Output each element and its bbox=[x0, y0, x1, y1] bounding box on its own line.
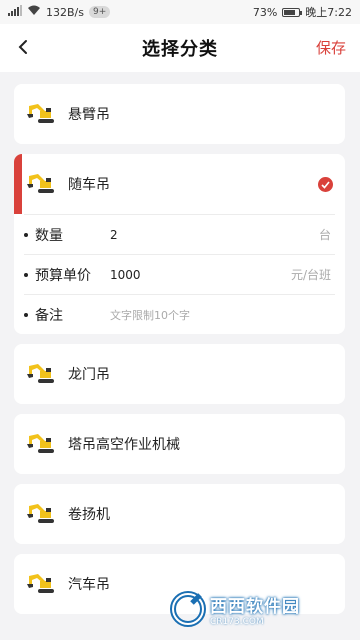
category-card: 龙门吊 bbox=[14, 344, 345, 404]
status-right: 73% 晚上7:22 bbox=[253, 4, 352, 20]
chevron-left-icon bbox=[18, 40, 27, 54]
budget-input[interactable]: 1000 bbox=[110, 268, 141, 282]
watermark-text: 西西软件园 bbox=[210, 596, 300, 617]
note-row: 备注 文字限制10个字 bbox=[24, 294, 335, 334]
category-item[interactable]: 卷扬机 bbox=[14, 484, 345, 544]
excavator-icon bbox=[27, 364, 54, 383]
battery-icon bbox=[282, 7, 303, 17]
selected-accent-bar bbox=[14, 154, 22, 214]
budget-unit: 元/台班 bbox=[290, 268, 331, 282]
status-bar: 132B/s 9+ 73% 晚上7:22 bbox=[0, 0, 360, 24]
category-item[interactable]: 塔吊高空作业机械 bbox=[14, 414, 345, 474]
wifi-icon bbox=[27, 5, 41, 19]
watermark: 西西软件园 CR173.COM bbox=[168, 588, 344, 630]
category-item[interactable]: 随车吊 bbox=[14, 154, 345, 214]
quantity-input[interactable]: 2 bbox=[110, 228, 118, 242]
network-speed: 132B/s bbox=[46, 5, 84, 19]
category-item[interactable]: 悬臂吊 bbox=[14, 84, 345, 144]
excavator-icon bbox=[27, 574, 54, 593]
category-list: 悬臂吊 随车吊 数量 2 台 预算单价 1000 元/台班 备注 文字限制10个… bbox=[14, 84, 345, 624]
battery-percent: 73% bbox=[252, 5, 278, 19]
category-label: 龙门吊 bbox=[68, 367, 110, 383]
back-button[interactable] bbox=[10, 34, 36, 60]
watermark-logo-icon bbox=[170, 591, 206, 627]
quantity-row: 数量 2 台 bbox=[24, 214, 335, 254]
note-label: 备注 bbox=[35, 307, 63, 324]
clock: 晚上7:22 bbox=[305, 6, 352, 19]
budget-label: 预算单价 bbox=[35, 267, 91, 284]
bullet-dot bbox=[24, 272, 28, 277]
status-left: 132B/s 9+ bbox=[8, 5, 111, 19]
category-item[interactable]: 龙门吊 bbox=[14, 344, 345, 404]
nav-bar: 选择分类 保存 bbox=[0, 24, 360, 72]
save-button[interactable]: 保存 bbox=[316, 37, 346, 58]
excavator-icon bbox=[27, 174, 54, 193]
signal-icon bbox=[8, 5, 22, 19]
page-title: 选择分类 bbox=[142, 39, 218, 60]
bullet-dot bbox=[24, 312, 28, 317]
category-card: 卷扬机 bbox=[14, 484, 345, 544]
category-label: 悬臂吊 bbox=[68, 107, 110, 123]
excavator-icon bbox=[27, 104, 54, 123]
bullet-dot bbox=[24, 232, 28, 237]
note-input[interactable]: 文字限制10个字 bbox=[110, 307, 190, 323]
category-card: 塔吊高空作业机械 bbox=[14, 414, 345, 474]
quantity-label: 数量 bbox=[35, 227, 63, 244]
watermark-url: CR173.COM bbox=[210, 616, 264, 627]
quantity-unit: 台 bbox=[318, 228, 331, 242]
notification-badge: 9+ bbox=[88, 6, 111, 18]
excavator-icon bbox=[27, 434, 54, 453]
screen: 132B/s 9+ 73% 晚上7:22 选择分类 保存 悬臂吊 随车吊 数量 … bbox=[0, 0, 360, 640]
check-icon bbox=[318, 177, 333, 192]
excavator-icon bbox=[27, 504, 54, 523]
category-card-selected: 随车吊 数量 2 台 预算单价 1000 元/台班 备注 文字限制10个字 bbox=[14, 154, 345, 334]
category-label: 卷扬机 bbox=[68, 507, 110, 523]
category-label: 汽车吊 bbox=[68, 577, 110, 593]
budget-row: 预算单价 1000 元/台班 bbox=[24, 254, 335, 294]
category-label: 随车吊 bbox=[68, 177, 110, 193]
category-label: 塔吊高空作业机械 bbox=[68, 437, 180, 453]
category-card: 悬臂吊 bbox=[14, 84, 345, 144]
